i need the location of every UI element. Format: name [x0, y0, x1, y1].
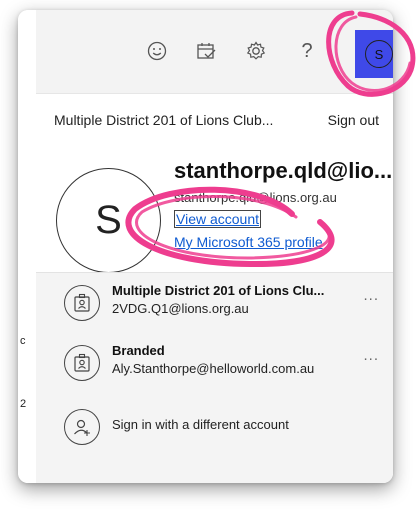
- org-name: Multiple District 201 of Lions Club...: [54, 112, 274, 128]
- background-text-fragment: c: [20, 335, 26, 347]
- other-accounts-section: Multiple District 201 of Lions Clu... 2V…: [36, 272, 393, 483]
- account-avatar: S: [56, 168, 161, 273]
- background-page-strip: c 2: [18, 10, 37, 483]
- screenshot-card: c 2 ? S Multiple District 201 of Lions C…: [18, 10, 393, 483]
- account-manager-panel: Multiple District 201 of Lions Club... S…: [36, 94, 393, 483]
- user-email: stanthorpe.qld@lions.org.au: [174, 190, 337, 205]
- microsoft-365-profile-link[interactable]: My Microsoft 365 profile: [174, 234, 323, 250]
- account-email: 2VDG.Q1@lions.org.au: [112, 301, 249, 316]
- sign-in-different-account-label: Sign in with a different account: [112, 417, 289, 432]
- badge-icon: [64, 285, 100, 321]
- avatar: S: [365, 40, 393, 68]
- calendar-check-icon[interactable]: [195, 40, 217, 62]
- account-list-item[interactable]: Branded Aly.Stanthorpe@helloworld.com.au…: [36, 333, 393, 393]
- account-email: Aly.Stanthorpe@helloworld.com.au: [112, 361, 315, 376]
- account-name: Branded: [112, 343, 165, 358]
- more-options-button[interactable]: ...: [363, 287, 379, 304]
- user-display-name: stanthorpe.qld@lio...: [174, 158, 393, 183]
- account-name: Multiple District 201 of Lions Clu...: [112, 283, 325, 298]
- top-toolbar: ? S: [36, 10, 393, 94]
- help-icon[interactable]: ?: [296, 40, 318, 62]
- badge-icon: [64, 345, 100, 381]
- account-list-item[interactable]: Multiple District 201 of Lions Clu... 2V…: [36, 273, 393, 333]
- user-info: stanthorpe.qld@lio... stanthorpe.qld@lio…: [174, 158, 392, 252]
- view-account-link[interactable]: View account: [174, 210, 262, 228]
- more-options-button[interactable]: ...: [363, 347, 379, 364]
- sign-out-link[interactable]: Sign out: [328, 112, 379, 128]
- smiley-icon[interactable]: [146, 40, 168, 62]
- background-text-fragment: 2: [20, 398, 27, 410]
- sign-in-different-account-button[interactable]: Sign in with a different account: [36, 397, 393, 457]
- gear-icon[interactable]: [245, 40, 267, 62]
- add-person-icon: [64, 409, 100, 445]
- account-avatar-button[interactable]: S: [355, 30, 393, 78]
